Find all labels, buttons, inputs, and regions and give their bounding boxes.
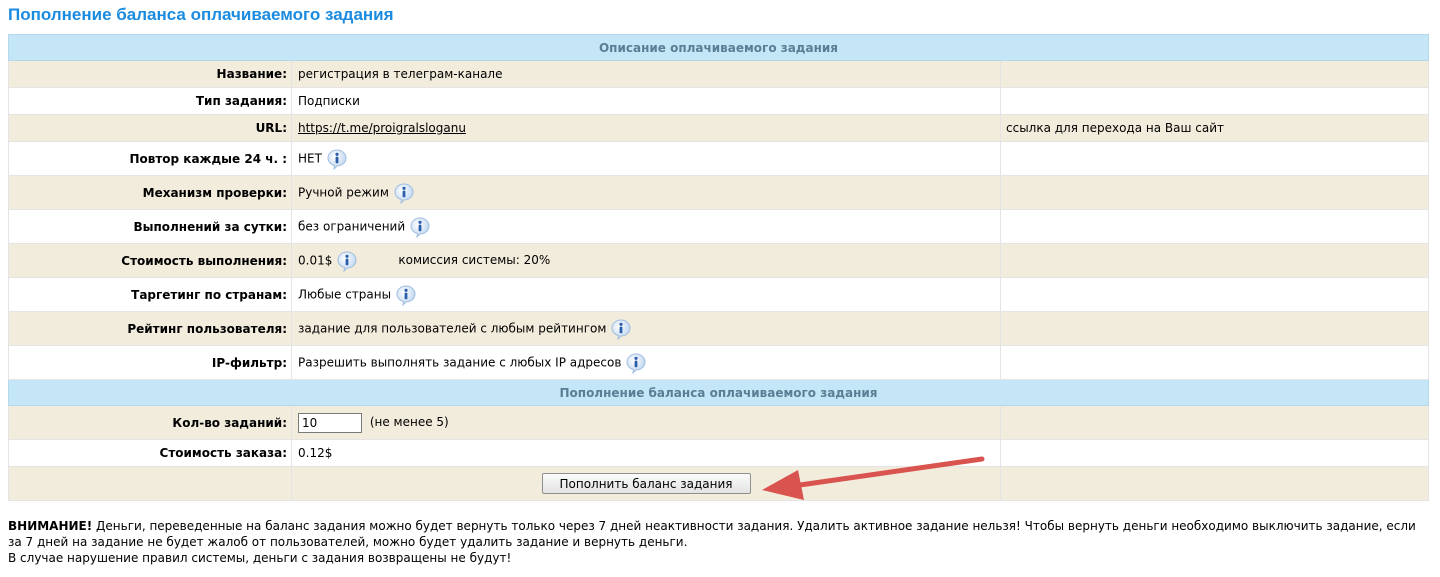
row-type: Тип задания: Подписки bbox=[8, 87, 1429, 115]
field-label: Тип задания: bbox=[8, 87, 292, 115]
commission-text: комиссия системы: 20% bbox=[398, 253, 551, 267]
quantity-hint: (не менее 5) bbox=[369, 415, 449, 429]
field-label: Стоимость заказа: bbox=[8, 439, 292, 467]
topup-submit-button[interactable]: Пополнить баланс задания bbox=[541, 473, 751, 494]
section-topup-header: Пополнение баланса оплачиваемого задания bbox=[8, 379, 1429, 406]
field-value: 0.12$ bbox=[291, 439, 1001, 467]
empty-cell bbox=[1000, 345, 1429, 380]
field-label: Выполнений за сутки: bbox=[8, 209, 292, 244]
row-check: Механизм проверки: Ручной режим bbox=[8, 175, 1429, 210]
submit-cell: Пополнить баланс задания bbox=[291, 466, 1001, 501]
section-description-header: Описание оплачиваемого задания bbox=[8, 34, 1429, 61]
field-label: Таргетинг по странам: bbox=[8, 277, 292, 312]
row-per-day: Выполнений за сутки: без ограничений bbox=[8, 209, 1429, 244]
field-value: 0.01$ комиссия системы: 20% bbox=[291, 243, 1001, 278]
warning-text: Деньги, переведенные на баланс задания м… bbox=[8, 519, 1416, 549]
info-icon[interactable] bbox=[326, 148, 348, 170]
field-value: Подписки bbox=[291, 87, 1001, 115]
row-repeat: Повтор каждые 24 ч. : НЕТ bbox=[8, 141, 1429, 176]
row-name: Название: регистрация в телеграм-канале bbox=[8, 60, 1429, 88]
field-value-text: Разрешить выполнять задание с любых IP а… bbox=[298, 355, 622, 369]
field-value: Ручной режим bbox=[291, 175, 1001, 210]
section-title: Описание оплачиваемого задания bbox=[8, 34, 1429, 61]
info-icon[interactable] bbox=[336, 250, 358, 272]
row-rating: Рейтинг пользователя: задание для пользо… bbox=[8, 311, 1429, 346]
field-value-text: Ручной режим bbox=[298, 185, 389, 199]
field-value: без ограничений bbox=[291, 209, 1001, 244]
field-value-text: задание для пользователей с любым рейтин… bbox=[298, 321, 607, 335]
row-quantity: Кол-во заданий: (не менее 5) bbox=[8, 405, 1429, 440]
info-icon[interactable] bbox=[395, 284, 417, 306]
empty-cell bbox=[8, 466, 292, 501]
field-value: задание для пользователей с любым рейтин… bbox=[291, 311, 1001, 346]
warning-notice: ВНИМАНИЕ! Деньги, переведенные на баланс… bbox=[8, 518, 1428, 566]
info-icon[interactable] bbox=[393, 182, 415, 204]
field-value-text: 0.01$ bbox=[298, 253, 333, 267]
quantity-input[interactable] bbox=[298, 412, 362, 433]
field-label: URL: bbox=[8, 114, 292, 142]
field-value: https://t.me/proigralsloganu bbox=[291, 114, 1001, 142]
row-cost: Стоимость выполнения: 0.01$ комиссия сист… bbox=[8, 243, 1429, 278]
warning-text-2: В случае нарушение правил системы, деньг… bbox=[8, 551, 512, 565]
empty-cell bbox=[1000, 405, 1429, 440]
field-value: Любые страны bbox=[291, 277, 1001, 312]
field-value-text: НЕТ bbox=[298, 151, 322, 165]
field-value-text: без ограничений bbox=[298, 219, 406, 233]
field-value: (не менее 5) bbox=[291, 405, 1001, 440]
field-label: Кол-во заданий: bbox=[8, 405, 292, 440]
row-url: URL: https://t.me/proigralsloganu ссылка… bbox=[8, 114, 1429, 142]
field-label: Повтор каждые 24 ч. : bbox=[8, 141, 292, 176]
field-value: НЕТ bbox=[291, 141, 1001, 176]
url-link[interactable]: https://t.me/proigralsloganu bbox=[298, 121, 466, 135]
empty-cell bbox=[1000, 439, 1429, 467]
field-value: регистрация в телеграм-канале bbox=[291, 60, 1001, 88]
field-label: Механизм проверки: bbox=[8, 175, 292, 210]
empty-cell bbox=[1000, 87, 1429, 115]
field-value: Разрешить выполнять задание с любых IP а… bbox=[291, 345, 1001, 380]
page-title: Пополнение баланса оплачиваемого задания bbox=[8, 5, 394, 24]
empty-cell bbox=[1000, 209, 1429, 244]
row-ip-filter: IP-фильтр: Разрешить выполнять задание с… bbox=[8, 345, 1429, 380]
field-value-text: Любые страны bbox=[298, 287, 392, 301]
empty-cell bbox=[1000, 141, 1429, 176]
info-icon[interactable] bbox=[409, 216, 431, 238]
empty-cell bbox=[1000, 175, 1429, 210]
empty-cell bbox=[1000, 60, 1429, 88]
row-targeting: Таргетинг по странам: Любые страны bbox=[8, 277, 1429, 312]
task-form-table: Описание оплачиваемого задания Название:… bbox=[8, 34, 1429, 501]
field-label: Название: bbox=[8, 60, 292, 88]
empty-cell bbox=[1000, 466, 1429, 501]
info-icon[interactable] bbox=[625, 352, 647, 374]
empty-cell bbox=[1000, 311, 1429, 346]
field-label: Стоимость выполнения: bbox=[8, 243, 292, 278]
field-label: Рейтинг пользователя: bbox=[8, 311, 292, 346]
warning-title: ВНИМАНИЕ! bbox=[8, 519, 93, 533]
url-note: ссылка для перехода на Ваш сайт bbox=[1000, 114, 1429, 142]
empty-cell bbox=[1000, 243, 1429, 278]
section-title: Пополнение баланса оплачиваемого задания bbox=[8, 379, 1429, 406]
row-order-cost: Стоимость заказа: 0.12$ bbox=[8, 439, 1429, 467]
info-icon[interactable] bbox=[610, 318, 632, 340]
empty-cell bbox=[1000, 277, 1429, 312]
field-label: IP-фильтр: bbox=[8, 345, 292, 380]
row-submit: Пополнить баланс задания bbox=[8, 466, 1429, 501]
